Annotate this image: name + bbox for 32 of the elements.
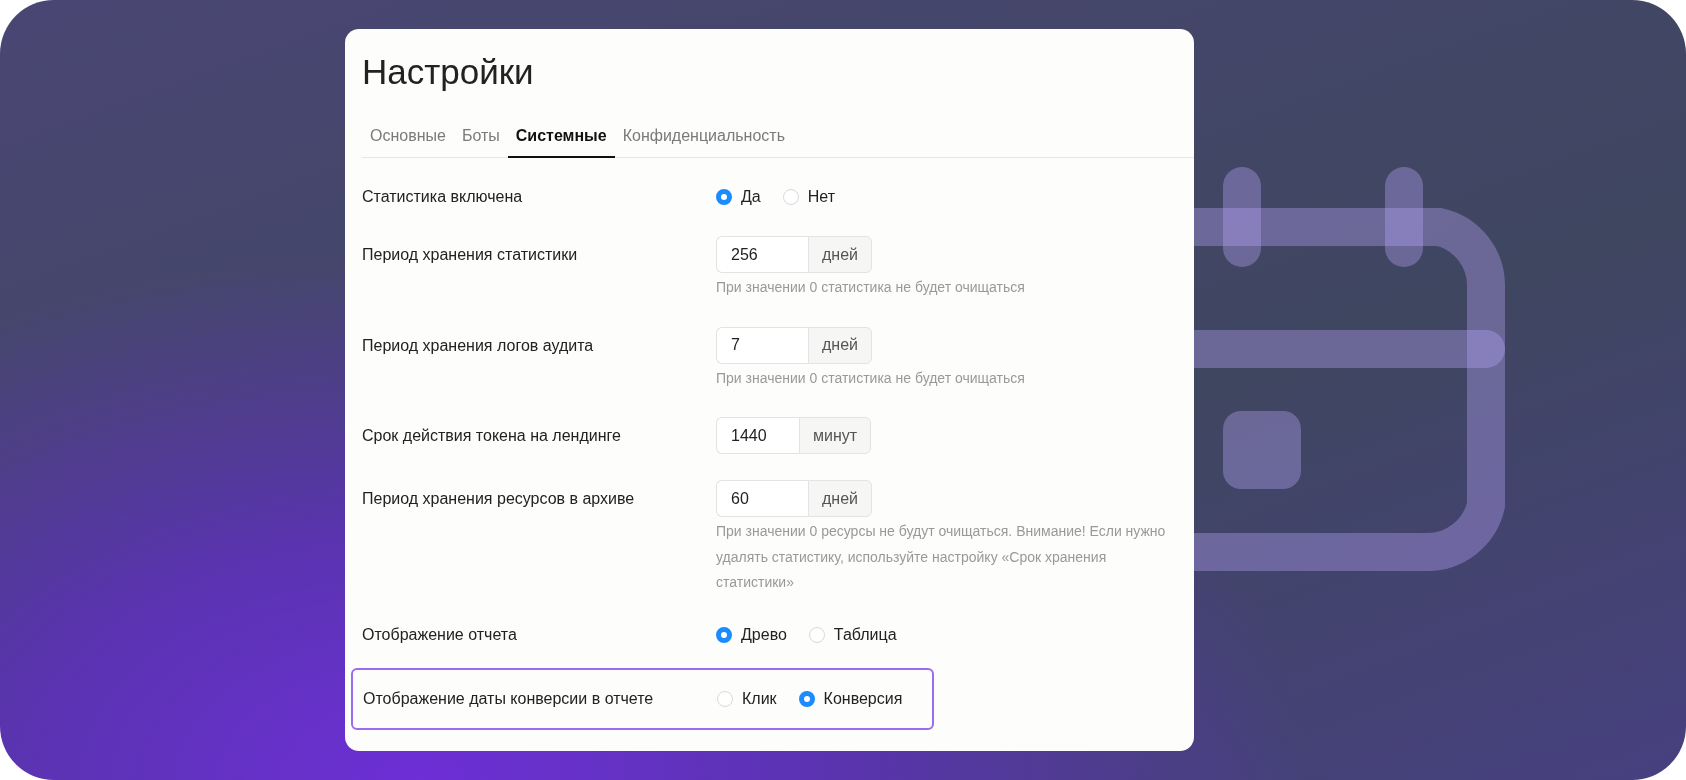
setting-label: Статистика включена xyxy=(362,187,524,207)
setting-label: Отображение отчета xyxy=(362,624,518,645)
page-title: Настройки xyxy=(362,51,535,93)
setting-label: Период хранения ресурсов в архиве xyxy=(362,489,636,509)
radio-option[interactable]: Древо xyxy=(716,621,787,648)
unit-label: дней xyxy=(808,326,872,364)
number-field[interactable]: 7 xyxy=(716,326,808,364)
setting-label: Период хранения логов аудита xyxy=(362,335,595,356)
tab[interactable]: Системные xyxy=(507,119,615,158)
unit-label: дней xyxy=(808,480,872,517)
setting-label: Срок действия токена на лендинге xyxy=(362,426,622,446)
tab[interactable]: Боты xyxy=(453,119,508,158)
radio-icon[interactable] xyxy=(716,189,732,205)
radio-option[interactable]: Да xyxy=(716,184,761,210)
radio-option[interactable]: Конверсия xyxy=(798,685,903,712)
unit-label: минут xyxy=(799,417,872,454)
unit-label: дней xyxy=(808,236,872,273)
number-field[interactable]: 60 xyxy=(716,480,808,517)
radio-option[interactable]: Клик xyxy=(717,685,777,712)
radio-icon[interactable] xyxy=(716,626,732,643)
radio-icon[interactable] xyxy=(798,690,815,707)
radio-option[interactable]: Таблица xyxy=(808,621,897,648)
hint-text: При значении 0 статистика не будет очищаться xyxy=(716,368,1026,388)
setting-label: Период хранения статистики xyxy=(362,245,579,265)
tab[interactable]: Конфиденциальность xyxy=(614,119,793,158)
hint-text: При значении 0 статистика не будет очищаться xyxy=(716,278,1026,297)
number-field[interactable]: 256 xyxy=(716,236,808,273)
setting-label: Отображение даты конверсии в отчете xyxy=(363,688,655,709)
hint-text: При значении 0 ресурсы не будут очищаться. Внимание! Если нужно удалять статистику, используйте настройку «Срок хранения статистики» xyxy=(716,522,1167,592)
number-field[interactable]: 1440 xyxy=(716,417,799,454)
radio-option[interactable]: Нет xyxy=(782,184,835,210)
tab[interactable]: Основные xyxy=(362,119,454,158)
